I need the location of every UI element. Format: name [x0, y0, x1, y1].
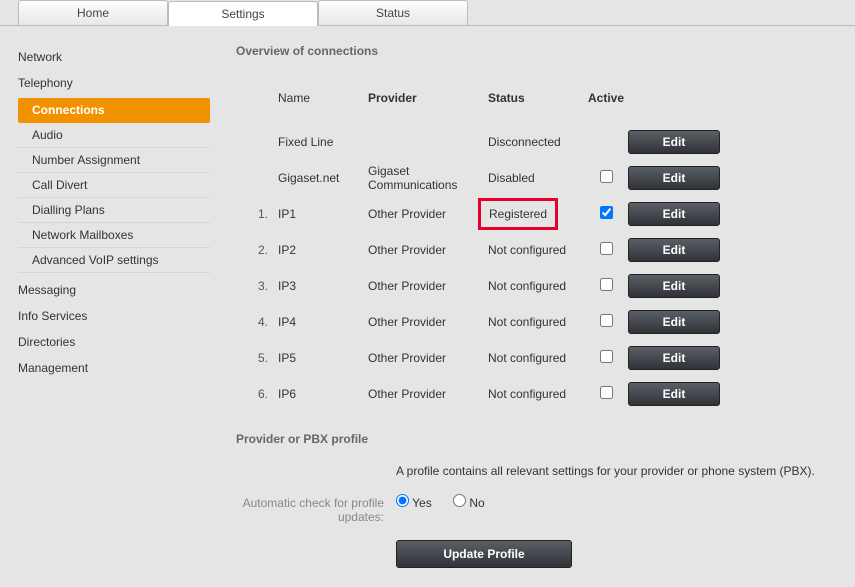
- edit-button[interactable]: Edit: [628, 202, 720, 226]
- table-row: 3.IP3Other ProviderNot configured Edit: [236, 268, 845, 304]
- row-provider: Other Provider: [368, 207, 488, 221]
- row-active-cell: [584, 386, 628, 402]
- overview-title: Overview of connections: [236, 44, 845, 58]
- radio-no[interactable]: [453, 494, 466, 507]
- row-name: IP5: [278, 351, 368, 365]
- update-profile-button[interactable]: Update Profile: [396, 540, 572, 568]
- row-number: 4.: [236, 315, 278, 329]
- edit-button[interactable]: Edit: [628, 166, 720, 190]
- tab-status[interactable]: Status: [318, 0, 468, 25]
- row-name: IP1: [278, 207, 368, 221]
- sidebar-item-info-services[interactable]: Info Services: [18, 303, 218, 329]
- row-name: Fixed Line: [278, 135, 368, 149]
- row-provider: Gigaset Communications: [368, 164, 488, 192]
- row-number: 5.: [236, 351, 278, 365]
- sidebar-subitem-connections[interactable]: Connections: [18, 98, 210, 123]
- main-layout: NetworkTelephonyConnectionsAudioNumber A…: [0, 26, 855, 587]
- row-active-cell: [584, 278, 628, 294]
- active-checkbox[interactable]: [600, 278, 613, 291]
- edit-button[interactable]: Edit: [628, 346, 720, 370]
- row-status: Disconnected: [488, 135, 584, 149]
- header-name: Name: [278, 91, 368, 105]
- profile-section: Provider or PBX profile A profile contai…: [236, 432, 845, 587]
- auto-check-label: Automatic check for profile updates:: [236, 494, 396, 524]
- tab-home[interactable]: Home: [18, 0, 168, 25]
- top-tabs: Home Settings Status: [0, 0, 855, 26]
- sidebar-subitem-number-assignment[interactable]: Number Assignment: [18, 148, 210, 173]
- sidebar-sublist: ConnectionsAudioNumber AssignmentCall Di…: [18, 98, 218, 273]
- active-checkbox[interactable]: [600, 206, 613, 219]
- table-row: 4.IP4Other ProviderNot configured Edit: [236, 304, 845, 340]
- sidebar-item-management[interactable]: Management: [18, 355, 218, 381]
- row-status: Registered: [488, 198, 584, 230]
- row-provider: Other Provider: [368, 243, 488, 257]
- row-provider: Other Provider: [368, 279, 488, 293]
- active-checkbox[interactable]: [600, 386, 613, 399]
- sidebar-item-telephony[interactable]: Telephony: [18, 70, 218, 96]
- edit-button[interactable]: Edit: [628, 310, 720, 334]
- edit-button[interactable]: Edit: [628, 382, 720, 406]
- auto-check-radio-group: Yes No: [396, 494, 845, 510]
- table-row: 5.IP5Other ProviderNot configured Edit: [236, 340, 845, 376]
- active-checkbox[interactable]: [600, 242, 613, 255]
- edit-button[interactable]: Edit: [628, 238, 720, 262]
- active-checkbox[interactable]: [600, 170, 613, 183]
- row-active-cell: [584, 242, 628, 258]
- sidebar-subitem-advanced-voip-settings[interactable]: Advanced VoIP settings: [18, 248, 210, 273]
- edit-button[interactable]: Edit: [628, 274, 720, 298]
- row-number: 1.: [236, 207, 278, 221]
- content-area: Overview of connections Name Provider St…: [218, 26, 855, 587]
- sidebar-item-messaging[interactable]: Messaging: [18, 277, 218, 303]
- row-status: Not configured: [488, 279, 584, 293]
- row-active-cell: [584, 170, 628, 186]
- row-status: Not configured: [488, 315, 584, 329]
- radio-yes[interactable]: [396, 494, 409, 507]
- header-provider: Provider: [368, 91, 488, 105]
- sidebar-subitem-network-mailboxes[interactable]: Network Mailboxes: [18, 223, 210, 248]
- row-active-cell: [584, 206, 628, 222]
- row-number: 2.: [236, 243, 278, 257]
- row-number: 6.: [236, 387, 278, 401]
- table-row: 1.IP1Other ProviderRegistered Edit: [236, 196, 845, 232]
- radio-yes-label[interactable]: Yes: [396, 496, 435, 510]
- connections-table: Name Provider Status Active Fixed Line Di…: [236, 80, 845, 412]
- row-active-cell: [584, 314, 628, 330]
- row-provider: Other Provider: [368, 387, 488, 401]
- row-status: Not configured: [488, 387, 584, 401]
- sidebar-subitem-dialling-plans[interactable]: Dialling Plans: [18, 198, 210, 223]
- row-provider: Other Provider: [368, 351, 488, 365]
- row-name: Gigaset.net: [278, 171, 368, 185]
- row-status: Not configured: [488, 351, 584, 365]
- row-active-cell: [584, 350, 628, 366]
- edit-button[interactable]: Edit: [628, 130, 720, 154]
- sidebar-item-network[interactable]: Network: [18, 44, 218, 70]
- table-row: 6.IP6Other ProviderNot configured Edit: [236, 376, 845, 412]
- row-status: Not configured: [488, 243, 584, 257]
- profile-title: Provider or PBX profile: [236, 432, 845, 446]
- sidebar-subitem-call-divert[interactable]: Call Divert: [18, 173, 210, 198]
- profile-description: A profile contains all relevant settings…: [396, 464, 845, 478]
- row-name: IP3: [278, 279, 368, 293]
- row-name: IP2: [278, 243, 368, 257]
- row-name: IP4: [278, 315, 368, 329]
- status-highlight: Registered: [478, 198, 558, 230]
- sidebar: NetworkTelephonyConnectionsAudioNumber A…: [0, 26, 218, 587]
- sidebar-item-directories[interactable]: Directories: [18, 329, 218, 355]
- table-header: Name Provider Status Active: [236, 80, 845, 116]
- row-name: IP6: [278, 387, 368, 401]
- header-status: Status: [488, 91, 584, 105]
- table-row: Fixed Line Disconnected Edit: [236, 124, 845, 160]
- radio-no-label[interactable]: No: [453, 496, 485, 510]
- sidebar-subitem-audio[interactable]: Audio: [18, 123, 210, 148]
- table-row: 2.IP2Other ProviderNot configured Edit: [236, 232, 845, 268]
- table-row: Gigaset.netGigaset CommunicationsDisable…: [236, 160, 845, 196]
- row-number: 3.: [236, 279, 278, 293]
- active-checkbox[interactable]: [600, 314, 613, 327]
- tab-settings[interactable]: Settings: [168, 1, 318, 26]
- active-checkbox[interactable]: [600, 350, 613, 363]
- row-status: Disabled: [488, 171, 584, 185]
- row-provider: Other Provider: [368, 315, 488, 329]
- header-active: Active: [584, 91, 628, 105]
